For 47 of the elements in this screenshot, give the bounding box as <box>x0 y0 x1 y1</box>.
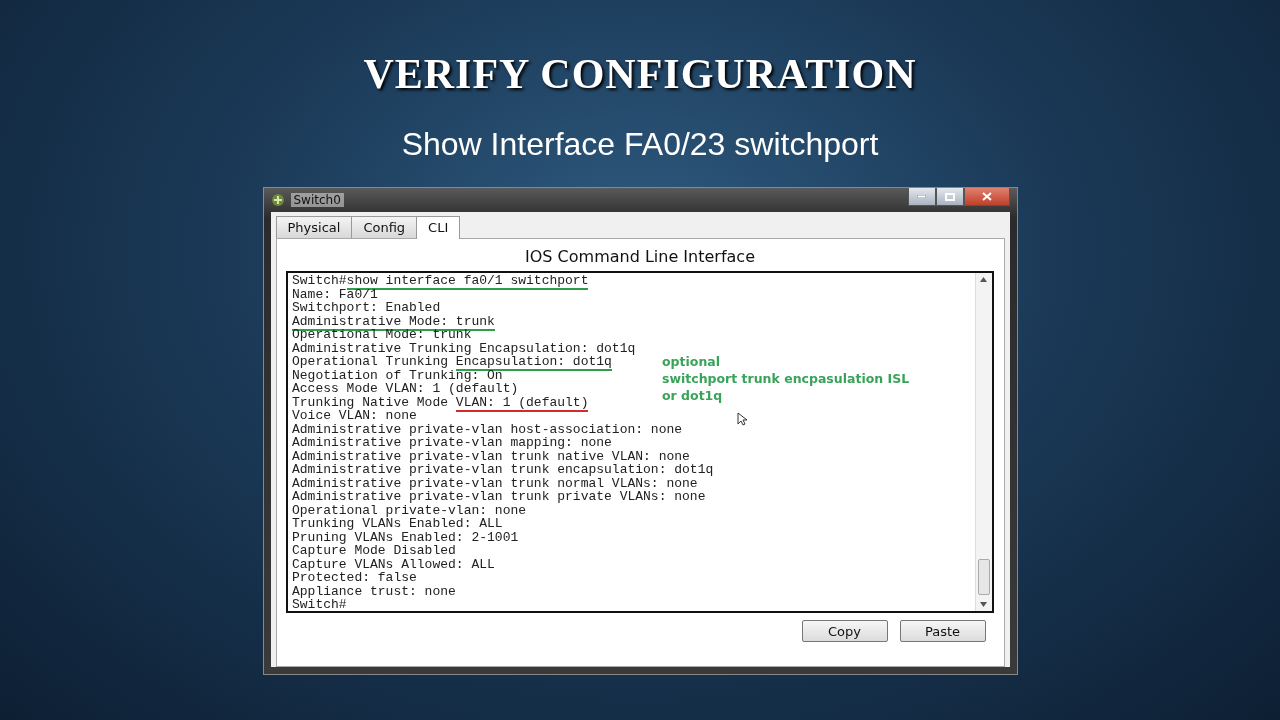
terminal-line: Administrative private-vlan trunk encapsulation: dot1q <box>292 463 714 477</box>
terminal-line: Administrative Mode: trunk <box>292 314 495 328</box>
terminal-line: Administrative private-vlan trunk private VLANs: none <box>292 490 706 504</box>
terminal-line: Operational Mode: trunk <box>292 328 472 342</box>
minimize-icon <box>917 195 926 198</box>
terminal-line: Voice VLAN: none <box>292 409 417 423</box>
paste-button[interactable]: Paste <box>899 620 986 642</box>
terminal-line: Administrative private-vlan host-association: none <box>292 422 683 436</box>
scroll-thumb[interactable] <box>978 559 990 595</box>
terminal-line: Administrative private-vlan mapping: none <box>292 436 612 450</box>
scroll-down-icon[interactable] <box>980 602 987 607</box>
close-button[interactable] <box>963 188 1010 206</box>
terminal-line: Operational private-vlan: none <box>292 503 527 517</box>
terminal-line: Appliance trust: none <box>292 584 456 598</box>
terminal-line: Operational Trunking Encapsulation: dot1q <box>292 355 612 369</box>
terminal-line: Administrative private-vlan trunk native VLAN: none <box>292 449 690 463</box>
terminal-line: Capture VLANs Allowed: ALL <box>292 557 495 571</box>
window-title: Switch0 <box>290 193 344 207</box>
tab[interactable]: Physical <box>275 216 353 238</box>
slide-subtitle: Show Interface FA0/23 switchport <box>401 126 879 163</box>
terminal-line: Switchport: Enabled <box>292 301 441 315</box>
terminal-line: Administrative private-vlan trunk normal VLANs: none <box>292 476 698 490</box>
annotation-note: optional switchport trunk encpasulation ISL or dot1q <box>662 353 910 404</box>
copy-button[interactable]: Copy <box>801 620 888 642</box>
terminal-line: Administrative Trunking Encapsulation: dot1q <box>292 341 636 355</box>
terminal[interactable] <box>286 271 994 613</box>
terminal-line: Switch# <box>292 598 347 612</box>
terminal-line: Protected: false <box>292 571 417 585</box>
terminal-line: Capture Mode Disabled <box>292 544 456 558</box>
mouse-pointer-icon <box>737 412 747 426</box>
terminal-line: Trunking Native Mode VLAN: 1 (default) <box>292 395 589 409</box>
maximize-button[interactable] <box>935 188 964 206</box>
terminal-line: Negotiation of Trunking: On <box>292 368 503 382</box>
terminal-line: Pruning VLANs Enabled: 2-1001 <box>292 530 519 544</box>
cli-heading: IOS Command Line Interface <box>525 247 755 266</box>
tab[interactable]: Config <box>351 216 418 238</box>
terminal-line: Trunking VLANs Enabled: ALL <box>292 517 503 531</box>
scroll-up-icon[interactable] <box>980 277 987 282</box>
maximize-icon <box>944 192 955 201</box>
terminal-line: Switch#show interface fa0/1 switchport <box>292 274 589 288</box>
terminal-line: Access Mode VLAN: 1 (default) <box>292 382 519 396</box>
tab[interactable]: CLI <box>416 216 461 239</box>
terminal-line: Name: Fa0/1 <box>292 287 378 301</box>
slide-title: VERIFY CONFIGURATION <box>363 50 917 98</box>
close-icon <box>981 192 992 201</box>
minimize-button[interactable] <box>907 188 936 206</box>
scrollbar[interactable] <box>975 273 992 611</box>
